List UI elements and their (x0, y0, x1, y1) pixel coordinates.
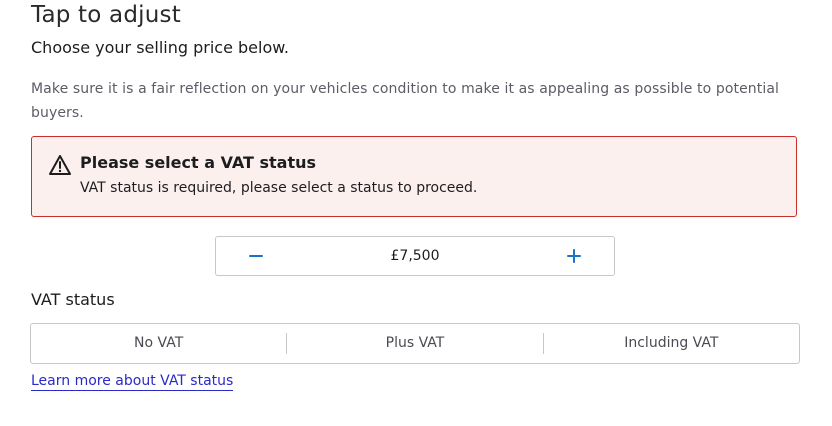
learn-more-vat-link[interactable]: Learn more about VAT status (31, 373, 234, 391)
plus-icon (567, 249, 581, 263)
vat-status-selector: No VAT Plus VAT Including VAT (30, 323, 800, 364)
page: Tap to adjust Choose your selling price … (0, 0, 832, 426)
vat-option-including-vat[interactable]: Including VAT (544, 324, 799, 363)
increase-price-button[interactable] (544, 237, 604, 275)
alert-title: Please select a VAT status (80, 153, 317, 172)
page-title: Tap to adjust (31, 2, 181, 28)
vat-required-alert: Please select a VAT status VAT status is… (31, 136, 797, 217)
vat-option-plus-vat[interactable]: Plus VAT (287, 324, 542, 363)
warning-icon (49, 154, 71, 176)
decrease-price-button[interactable] (226, 237, 286, 275)
price-stepper: £7,500 (215, 236, 615, 276)
page-subtitle: Choose your selling price below. (31, 38, 289, 57)
minus-icon (249, 255, 263, 257)
vat-option-no-vat[interactable]: No VAT (31, 324, 286, 363)
price-value[interactable]: £7,500 (316, 237, 514, 275)
page-description: Make sure it is a fair reflection on you… (31, 81, 780, 121)
alert-message: VAT status is required, please select a … (80, 180, 478, 196)
vat-status-label: VAT status (31, 290, 115, 309)
